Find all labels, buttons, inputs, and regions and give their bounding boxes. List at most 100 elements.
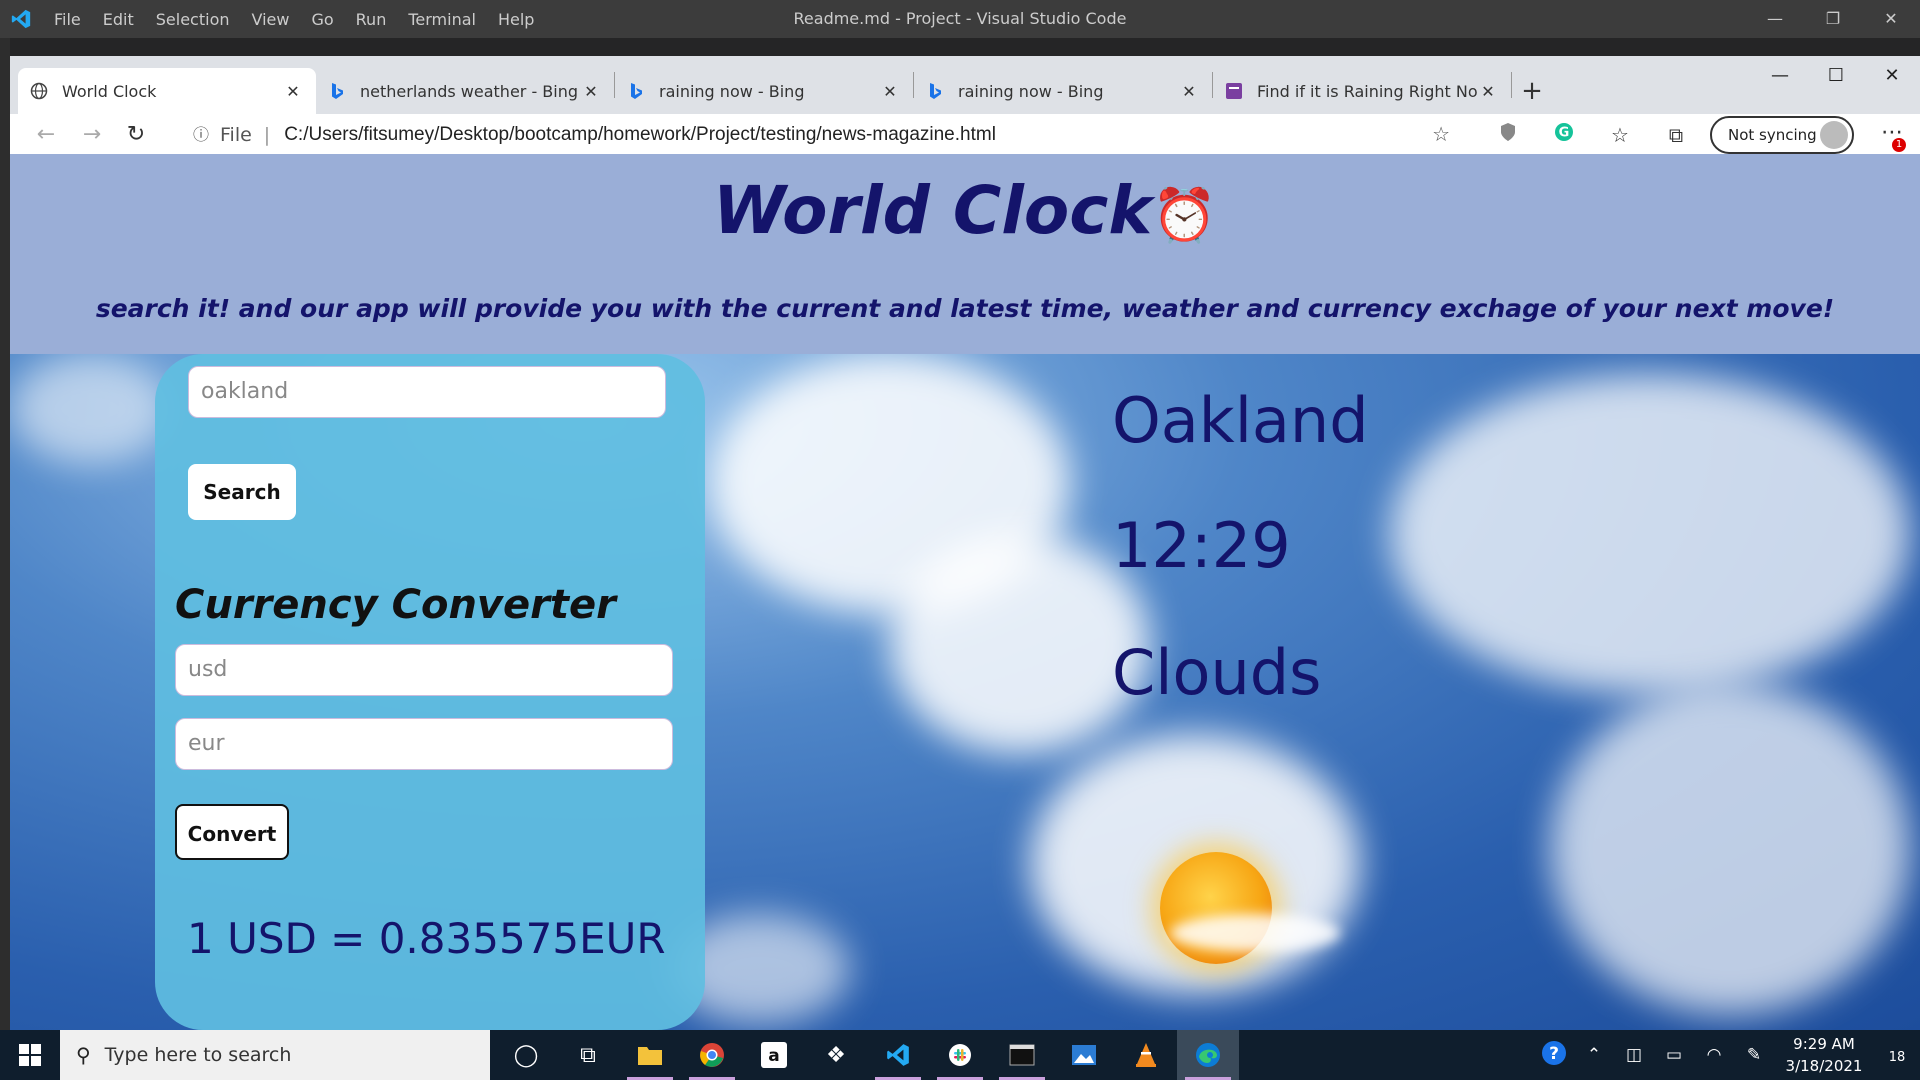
refresh-icon[interactable]: ↻ xyxy=(116,118,156,152)
profile-avatar-icon xyxy=(1820,121,1848,149)
clock-time: 9:29 AM xyxy=(1793,1035,1855,1053)
vscode-activity-strip xyxy=(0,38,10,1038)
back-icon[interactable]: ← xyxy=(26,118,66,152)
edge-icon[interactable] xyxy=(1177,1030,1239,1080)
grammarly-icon[interactable]: G xyxy=(1546,118,1582,152)
address-url[interactable]: C:/Users/fitsumey/Desktop/bootcamp/homew… xyxy=(284,124,996,146)
address-separator: | xyxy=(263,124,271,146)
dropbox-icon[interactable]: ❖ xyxy=(805,1030,867,1080)
menu-view[interactable]: View xyxy=(252,10,290,29)
meet-now-icon[interactable]: ◫ xyxy=(1614,1045,1654,1065)
chrome-icon[interactable] xyxy=(681,1030,743,1080)
forward-icon[interactable]: → xyxy=(72,118,112,152)
info-icon[interactable]: ⓘ xyxy=(188,122,214,148)
notification-badge: 1 xyxy=(1892,138,1906,152)
convert-button[interactable]: Convert xyxy=(175,804,289,860)
page-title: World Clock⏰ xyxy=(10,172,1920,249)
battery-icon[interactable]: ▭ xyxy=(1654,1045,1694,1065)
cloud-weather-icon xyxy=(1170,914,1340,952)
site-icon xyxy=(1225,82,1243,100)
cortana-icon[interactable]: ◯ xyxy=(495,1030,557,1080)
cloud-shape xyxy=(1390,374,1910,694)
tab-close-icon[interactable]: ✕ xyxy=(282,82,304,101)
taskbar-apps: ◯ ⧉ a ❖ xyxy=(495,1030,1239,1080)
taskbar-clock[interactable]: 9:29 AM 3/18/2021 xyxy=(1774,1033,1874,1077)
maximize-icon[interactable]: ☐ xyxy=(1808,56,1864,96)
favorites-icon[interactable]: ☆ xyxy=(1602,118,1638,152)
bing-icon xyxy=(926,82,944,100)
page-subtitle: search it! and our app will provide you … xyxy=(95,294,1835,323)
sync-button[interactable]: Not syncing xyxy=(1710,116,1854,154)
vscode-logo-icon[interactable] xyxy=(10,8,32,30)
tab-close-icon[interactable]: ✕ xyxy=(580,82,602,101)
minimize-icon[interactable]: — xyxy=(1746,0,1804,38)
browser-toolbar: ← → ↻ ⓘ File | C:/Users/fitsumey/Desktop… xyxy=(10,114,1920,156)
browser-window-controls: — ☐ ✕ xyxy=(1752,56,1920,96)
help-icon[interactable]: ? xyxy=(1534,1040,1574,1071)
menu-selection[interactable]: Selection xyxy=(156,10,230,29)
svg-text:a: a xyxy=(768,1046,779,1066)
from-currency-input[interactable]: usd xyxy=(175,644,673,696)
tab-title: World Clock xyxy=(62,81,157,101)
local-time: 12:29 xyxy=(1112,509,1291,582)
alarm-clock-icon: ⏰ xyxy=(1152,186,1218,246)
tab-find-raining[interactable]: Find if it is Raining Right Now in ✕ xyxy=(1213,68,1511,114)
tab-raining-now-2[interactable]: raining now - Bing ✕ xyxy=(914,68,1212,114)
tab-close-icon[interactable]: ✕ xyxy=(1477,82,1499,101)
address-bar[interactable]: ⓘ File | C:/Users/fitsumey/Desktop/bootc… xyxy=(188,118,1460,152)
close-icon[interactable]: ✕ xyxy=(1864,56,1920,96)
shield-extension-icon[interactable] xyxy=(1490,118,1526,152)
amazon-icon[interactable]: a xyxy=(743,1030,805,1080)
web-page: World Clock⏰ search it! and our app will… xyxy=(10,154,1920,1030)
tab-close-icon[interactable]: ✕ xyxy=(879,82,901,101)
page-title-text: World Clock xyxy=(712,172,1153,249)
to-currency-input[interactable]: eur xyxy=(175,718,673,770)
vscode-title-bar: File Edit Selection View Go Run Terminal… xyxy=(0,0,1920,38)
vlc-icon[interactable] xyxy=(1115,1030,1177,1080)
collections-icon[interactable]: ⧉ xyxy=(1658,118,1694,152)
tab-title: netherlands weather - Bing xyxy=(360,81,579,101)
menu-edit[interactable]: Edit xyxy=(103,10,134,29)
task-view-icon[interactable]: ⧉ xyxy=(557,1030,619,1080)
windows-taskbar: ⚲ Type here to search ◯ ⧉ a ❖ ? ⌃ ◫ ▭ ◠ … xyxy=(0,1030,1920,1080)
close-icon[interactable]: ✕ xyxy=(1862,0,1920,38)
minimize-icon[interactable]: — xyxy=(1752,56,1808,96)
pen-icon[interactable]: ✎ xyxy=(1734,1045,1774,1065)
tab-title: Find if it is Raining Right Now in xyxy=(1257,81,1477,101)
action-center-icon[interactable]: 18 xyxy=(1874,1045,1920,1066)
tab-world-clock[interactable]: World Clock ✕ xyxy=(18,68,316,114)
taskbar-search-box[interactable]: ⚲ Type here to search xyxy=(60,1030,490,1080)
menu-file[interactable]: File xyxy=(54,10,81,29)
browser-tab-bar: World Clock ✕ netherlands weather - Bing… xyxy=(10,56,1552,114)
tab-title: raining now - Bing xyxy=(958,81,1104,101)
new-tab-icon[interactable]: + xyxy=(1512,68,1552,114)
address-scheme-label: File xyxy=(220,124,252,146)
terminal-icon[interactable] xyxy=(991,1030,1053,1080)
weather-condition: Clouds xyxy=(1112,636,1322,709)
windows-start-icon[interactable] xyxy=(0,1030,60,1080)
vscode-taskbar-icon[interactable] xyxy=(867,1030,929,1080)
city-search-input[interactable]: oakland xyxy=(188,366,666,418)
menu-go[interactable]: Go xyxy=(311,10,333,29)
menu-help[interactable]: Help xyxy=(498,10,534,29)
photos-icon[interactable] xyxy=(1053,1030,1115,1080)
tab-title: raining now - Bing xyxy=(659,81,805,101)
currency-converter-title: Currency Converter xyxy=(175,582,616,628)
tab-netherlands-weather[interactable]: netherlands weather - Bing ✕ xyxy=(316,68,614,114)
chevron-up-icon[interactable]: ⌃ xyxy=(1574,1045,1614,1065)
file-explorer-icon[interactable] xyxy=(619,1030,681,1080)
menu-terminal[interactable]: Terminal xyxy=(408,10,476,29)
tab-raining-now-1[interactable]: raining now - Bing ✕ xyxy=(615,68,913,114)
restore-icon[interactable]: ❐ xyxy=(1804,0,1862,38)
vscode-window-controls: — ❐ ✕ xyxy=(1746,0,1920,38)
favorite-star-icon[interactable]: ☆ xyxy=(1432,122,1450,146)
slack-icon[interactable] xyxy=(929,1030,991,1080)
vscode-tab-strip xyxy=(10,38,1920,56)
city-name: Oakland xyxy=(1112,384,1369,457)
tab-close-icon[interactable]: ✕ xyxy=(1178,82,1200,101)
search-button[interactable]: Search xyxy=(188,464,296,520)
browser-window: World Clock ✕ netherlands weather - Bing… xyxy=(10,56,1920,156)
menu-run[interactable]: Run xyxy=(356,10,387,29)
taskbar-search-placeholder: Type here to search xyxy=(104,1044,292,1066)
wifi-icon[interactable]: ◠ xyxy=(1694,1045,1734,1065)
